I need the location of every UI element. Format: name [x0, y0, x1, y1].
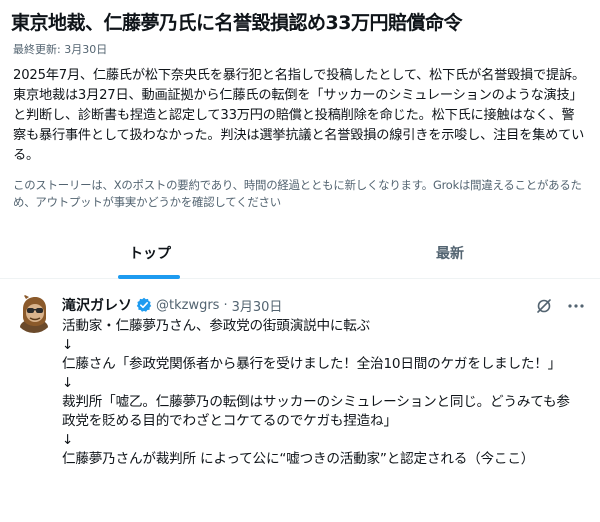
post-line: 仁藤夢乃さんが裁判所 によって公に“嘘つきの活動家”と認定される（今ここ）	[62, 451, 535, 467]
avatar[interactable]	[14, 293, 54, 333]
tab-latest-label: 最新	[436, 246, 464, 262]
tab-latest[interactable]: 最新	[300, 228, 600, 278]
story-summary-text: 2025年7月、仁藤氏が松下奈央氏を暴行犯と名指しで投稿したとして、松下氏が名誉…	[13, 68, 585, 163]
last-updated: 最終更新: 3月30日	[13, 43, 108, 56]
handle[interactable]: @tkzwgrs	[156, 298, 219, 313]
post-header: 滝沢ガレソ @tkzwgrs · 3月30日	[62, 295, 282, 315]
separator-dot: ·	[223, 297, 228, 313]
verified-badge-icon	[136, 297, 152, 313]
grok-icon[interactable]	[535, 297, 553, 315]
post[interactable]: 滝沢ガレソ @tkzwgrs · 3月30日 活動家・仁藤夢乃さん、参政党の街頭…	[0, 279, 600, 522]
story-headline: 東京地裁、仁藤夢乃氏に名誉毀損認め33万円賠償命令	[11, 12, 462, 34]
post-line: ↓	[62, 337, 74, 353]
grok-disclaimer: このストーリーは、Xのポストの要約であり、時間の経過とともに新しくなります。Gr…	[13, 178, 582, 209]
more-options-icon[interactable]	[566, 297, 586, 315]
post-line: 活動家・仁藤夢乃さん、参政党の街頭演説中に転ぶ	[62, 318, 371, 334]
post-time[interactable]: 3月30日	[232, 296, 283, 315]
tab-top[interactable]: トップ	[0, 228, 300, 278]
post-line: ↓	[62, 375, 74, 391]
tab-bar: トップ 最新	[0, 228, 600, 279]
tab-top-label: トップ	[129, 246, 171, 262]
post-line: ↓	[62, 432, 74, 448]
post-line: 仁藤さん「参政党関係者から暴行を受けました！全治10日間のケガをしました！」	[62, 356, 562, 372]
post-line: 裁判所「嘘乙。仁藤夢乃の転倒はサッカーのシミュレーションと同じ。どうみても参政党…	[62, 394, 570, 429]
post-text: 活動家・仁藤夢乃さん、参政党の街頭演説中に転ぶ ↓ 仁藤さん「参政党関係者から暴…	[62, 317, 582, 469]
display-name[interactable]: 滝沢ガレソ	[62, 295, 132, 315]
